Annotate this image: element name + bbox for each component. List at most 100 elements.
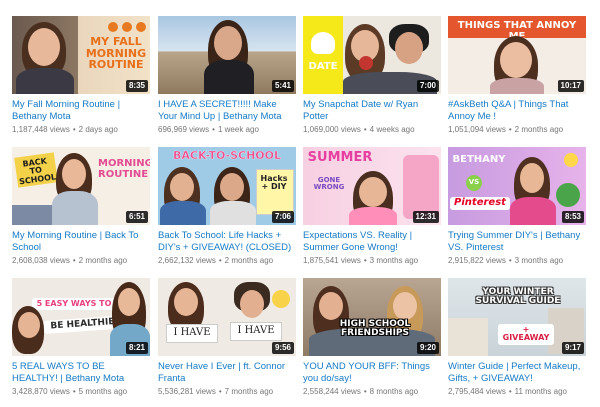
video-meta: 2,795,484 views • 11 months ago <box>448 386 586 397</box>
upload-age: 2 months ago <box>224 256 274 265</box>
video-thumbnail[interactable]: BACK-TO-SCHOOL Hacks + DIY 7:06 <box>158 147 296 225</box>
meta-separator: • <box>508 387 512 396</box>
view-count: 5,536,281 views <box>158 387 216 396</box>
video-title[interactable]: YOU AND YOUR BFF: Things you do/say! <box>303 361 441 385</box>
meta-separator: • <box>218 256 222 265</box>
video-card[interactable]: THINGS THAT ANNOY ME 10:17 #AskBeth Q&A … <box>448 16 586 135</box>
video-thumbnail[interactable]: BETHANY VS Pinterest 8:53 <box>448 147 586 225</box>
video-title[interactable]: Trying Summer DIY's | Bethany VS. Pinter… <box>448 230 586 254</box>
thumbnail-text: MORNING ROUTINE <box>98 158 150 180</box>
video-card[interactable]: HIGH SCHOOL FRIENDSHIPS 9:20 YOU AND YOU… <box>303 278 441 397</box>
video-card[interactable]: SUMMER GONE WRONG 12:31 Expectations VS.… <box>303 147 441 266</box>
video-card[interactable]: 5:41 I HAVE A SECRET!!!!! Make Your Mind… <box>158 16 296 135</box>
video-duration: 8:21 <box>125 342 148 354</box>
video-card[interactable]: YOUR WINTER SURVIVAL GUIDE + GIVEAWAY 9:… <box>448 278 586 397</box>
upload-age: 2 days ago <box>78 125 118 134</box>
view-count: 2,558,244 views <box>303 387 361 396</box>
thumbnail-text: Hacks + DIY <box>260 174 288 192</box>
thumbnail-text: DATE <box>308 61 338 72</box>
meta-separator: • <box>218 387 222 396</box>
video-thumbnail[interactable]: THINGS THAT ANNOY ME 10:17 <box>448 16 586 94</box>
thumbnail-text: Pinterest <box>450 197 510 210</box>
meta-separator: • <box>508 256 512 265</box>
video-card[interactable]: DATE 7:00 My Snapchat Date w/ Ryan Potte… <box>303 16 441 135</box>
upload-age: 2 months ago <box>78 256 128 265</box>
thumbnail-text: BACK-TO-SCHOOL <box>172 149 282 162</box>
meta-separator: • <box>72 256 76 265</box>
video-thumbnail[interactable]: YOUR WINTER SURVIVAL GUIDE + GIVEAWAY 9:… <box>448 278 586 356</box>
video-card[interactable]: BACK TO SCHOOL MORNING ROUTINE 6:51 My M… <box>12 147 150 266</box>
video-card[interactable]: 5 EASY WAYS TO BE HEALTHIER 8:21 5 REAL … <box>12 278 150 397</box>
meta-separator: • <box>363 125 367 134</box>
video-thumbnail[interactable]: SUMMER GONE WRONG 12:31 <box>303 147 441 225</box>
thumbnail-text: MY FALL MORNING ROUTINE <box>85 35 147 72</box>
video-meta: 696,969 views • 1 week ago <box>158 124 296 135</box>
upload-age: 11 months ago <box>514 387 567 396</box>
video-thumbnail[interactable]: 5 EASY WAYS TO BE HEALTHIER 8:21 <box>12 278 150 356</box>
view-count: 2,795,484 views <box>448 387 506 396</box>
video-title[interactable]: 5 REAL WAYS TO BE HEALTHY! | Bethany Mot… <box>12 361 150 385</box>
video-thumbnail[interactable]: MY FALL MORNING ROUTINE 8:35 <box>12 16 150 94</box>
video-duration: 7:06 <box>271 211 294 223</box>
video-card[interactable]: I HAVE I HAVE 9:56 Never Have I Ever | f… <box>158 278 296 397</box>
video-meta: 3,428,870 views • 5 months ago <box>12 386 150 397</box>
thumbnail-text: I HAVE <box>166 324 218 343</box>
meta-separator: • <box>508 125 512 134</box>
video-duration: 9:20 <box>416 342 439 354</box>
view-count: 1,875,541 views <box>303 256 361 265</box>
video-duration: 6:51 <box>125 211 148 223</box>
video-title[interactable]: #AskBeth Q&A | Things That Annoy Me ! <box>448 99 586 123</box>
thumbnail-text: BACK TO SCHOOL <box>18 156 57 187</box>
thumbnail-text: YOUR WINTER SURVIVAL GUIDE <box>475 287 561 307</box>
view-count: 1,187,448 views <box>12 125 70 134</box>
video-meta: 5,536,281 views • 7 months ago <box>158 386 296 397</box>
video-title[interactable]: Back To School: Life Hacks + DIY's + GIV… <box>158 230 296 254</box>
video-thumbnail[interactable]: DATE 7:00 <box>303 16 441 94</box>
video-thumbnail[interactable]: HIGH SCHOOL FRIENDSHIPS 9:20 <box>303 278 441 356</box>
thumbnail-text: HIGH SCHOOL FRIENDSHIPS <box>339 319 411 339</box>
video-thumbnail[interactable]: 5:41 <box>158 16 296 94</box>
view-count: 3,428,870 views <box>12 387 70 396</box>
video-title[interactable]: I HAVE A SECRET!!!!! Make Your Mind Up |… <box>158 99 296 123</box>
video-meta: 2,558,244 views • 8 months ago <box>303 386 441 397</box>
view-count: 1,069,000 views <box>303 125 361 134</box>
video-duration: 12:31 <box>412 211 439 223</box>
view-count: 1,051,094 views <box>448 125 506 134</box>
video-meta: 1,187,448 views • 2 days ago <box>12 124 150 135</box>
video-meta: 1,069,000 views • 4 weeks ago <box>303 124 441 135</box>
video-title[interactable]: My Fall Morning Routine | Bethany Mota <box>12 99 150 123</box>
video-meta: 1,051,094 views • 2 months ago <box>448 124 586 135</box>
thumbnail-text: + GIVEAWAY <box>498 324 554 345</box>
upload-age: 8 months ago <box>369 387 419 396</box>
video-card[interactable]: BETHANY VS Pinterest 8:53 Trying Summer … <box>448 147 586 266</box>
view-count: 696,969 views <box>158 125 210 134</box>
video-title[interactable]: My Morning Routine | Back To School <box>12 230 150 254</box>
upload-age: 4 weeks ago <box>369 125 415 134</box>
video-card[interactable]: MY FALL MORNING ROUTINE 8:35 My Fall Mor… <box>12 16 150 135</box>
video-duration: 7:00 <box>416 80 439 92</box>
view-count: 2,662,132 views <box>158 256 216 265</box>
video-thumbnail[interactable]: I HAVE I HAVE 9:56 <box>158 278 296 356</box>
meta-separator: • <box>363 256 367 265</box>
video-thumbnail[interactable]: BACK TO SCHOOL MORNING ROUTINE 6:51 <box>12 147 150 225</box>
video-title[interactable]: Expectations VS. Reality | Summer Gone W… <box>303 230 441 254</box>
video-duration: 8:53 <box>561 211 584 223</box>
video-title[interactable]: Winter Guide | Perfect Makeup, Gifts, + … <box>448 361 586 385</box>
thumbnail-text: GONE WRONG <box>313 176 345 192</box>
upload-age: 3 months ago <box>369 256 419 265</box>
upload-age: 1 week ago <box>217 125 259 134</box>
video-grid: MY FALL MORNING ROUTINE 8:35 My Fall Mor… <box>0 0 600 407</box>
meta-separator: • <box>72 125 76 134</box>
video-duration: 9:17 <box>561 342 584 354</box>
video-meta: 2,662,132 views • 2 months ago <box>158 255 296 266</box>
video-title[interactable]: Never Have I Ever | ft. Connor Franta <box>158 361 296 385</box>
video-title[interactable]: My Snapchat Date w/ Ryan Potter <box>303 99 441 123</box>
video-duration: 5:41 <box>271 80 294 92</box>
meta-separator: • <box>212 125 215 134</box>
video-card[interactable]: BACK-TO-SCHOOL Hacks + DIY 7:06 Back To … <box>158 147 296 266</box>
thumbnail-text: 5 EASY WAYS TO <box>32 298 116 311</box>
upload-age: 3 months ago <box>514 256 564 265</box>
meta-separator: • <box>72 387 76 396</box>
thumbnail-text: SUMMER <box>307 150 373 165</box>
view-count: 2,608,038 views <box>12 256 70 265</box>
